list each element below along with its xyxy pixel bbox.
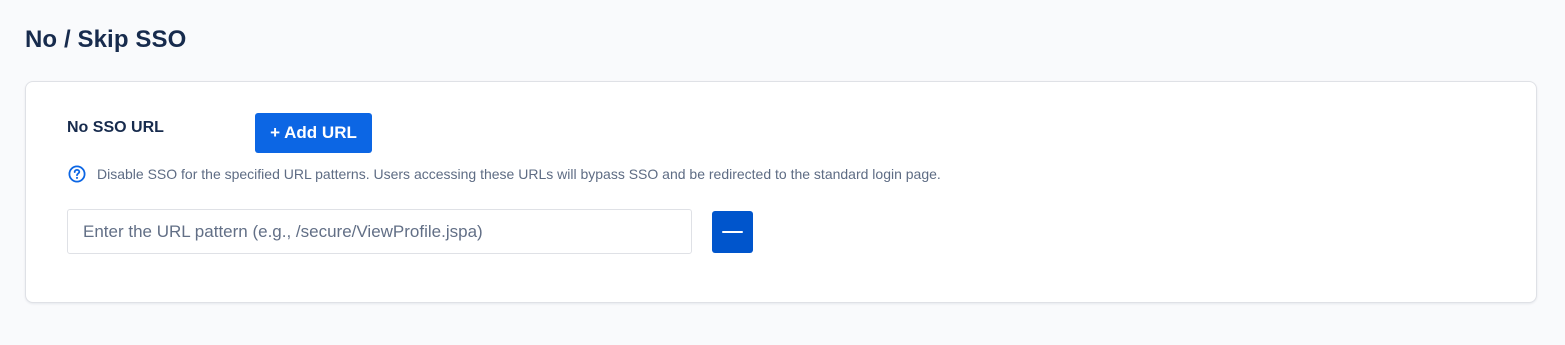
help-text: Disable SSO for the specified URL patter… — [97, 166, 941, 182]
question-circle-icon — [67, 164, 87, 184]
help-text-row: Disable SSO for the specified URL patter… — [67, 164, 941, 184]
remove-url-button[interactable] — [712, 211, 753, 253]
page-title: No / Skip SSO — [25, 26, 187, 53]
add-url-button[interactable]: + Add URL — [255, 113, 372, 153]
url-pattern-input[interactable] — [67, 209, 692, 254]
minus-icon — [722, 231, 743, 233]
no-sso-url-label: No SSO URL — [67, 119, 164, 136]
no-sso-panel: No SSO URL + Add URL Disable SSO for the… — [25, 81, 1537, 303]
